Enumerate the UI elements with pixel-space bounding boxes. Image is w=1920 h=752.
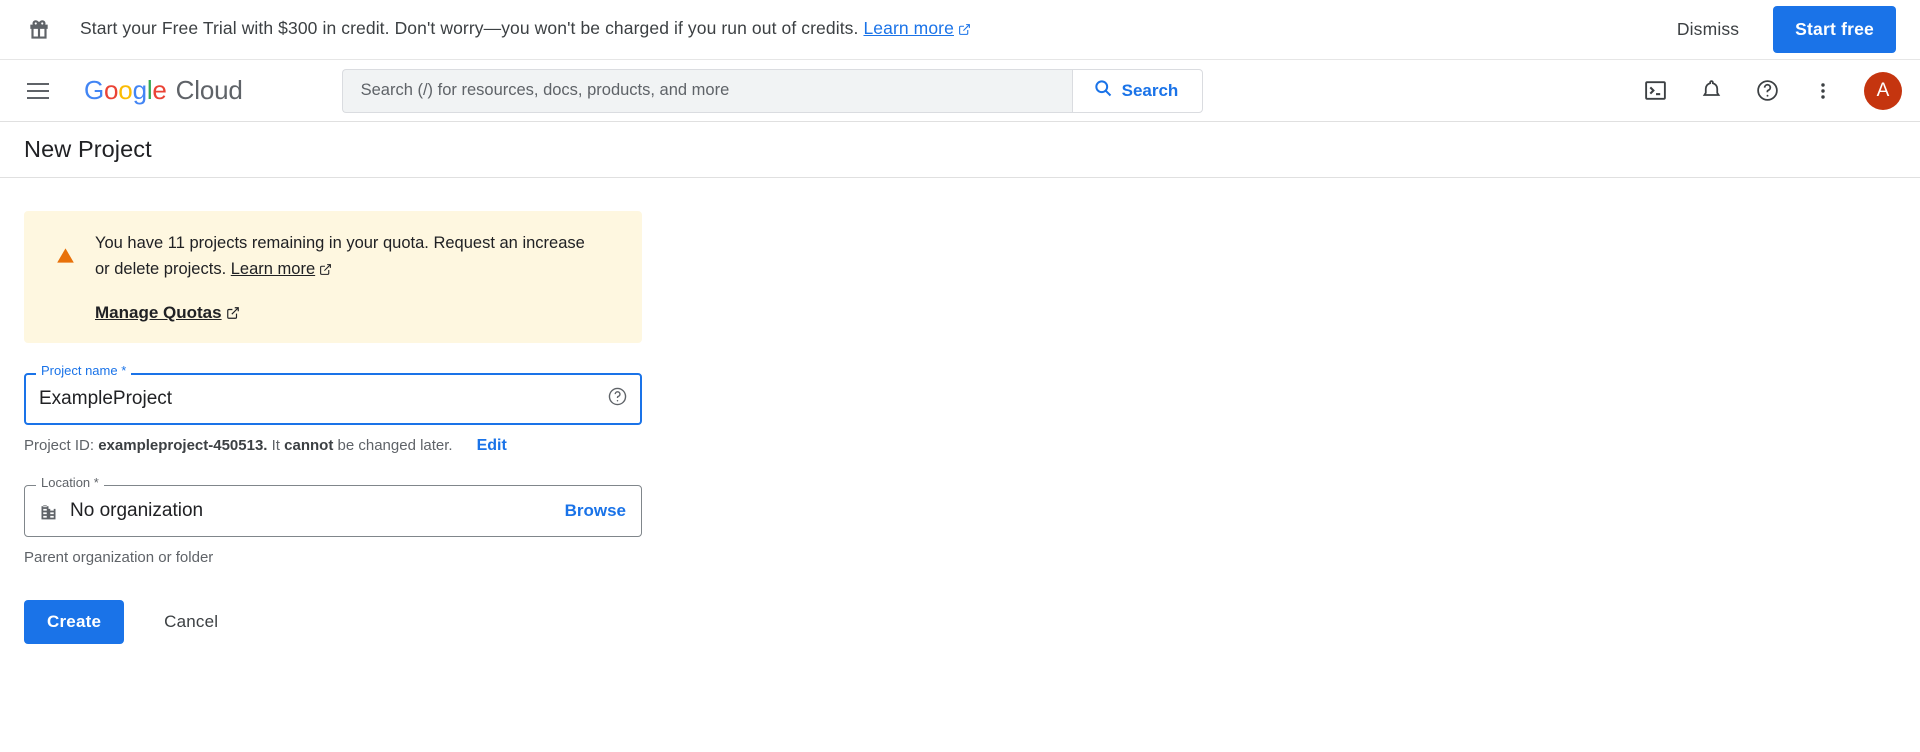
project-id-helper: Project ID: exampleproject-450513. It ca…: [24, 437, 1896, 455]
quota-learn-more-link[interactable]: Learn more: [231, 260, 315, 278]
external-link-icon: [319, 259, 332, 285]
manage-quotas-link[interactable]: Manage Quotas: [95, 303, 240, 325]
organization-building-icon: [38, 501, 59, 522]
browse-location-button[interactable]: Browse: [565, 501, 626, 521]
project-id-suffix: be changed later.: [337, 437, 453, 455]
help-icon[interactable]: [1746, 70, 1788, 112]
quota-message-line1: You have 11 projects remaining in your q…: [95, 234, 585, 252]
header-action-icons: A: [1634, 70, 1902, 112]
notifications-bell-icon[interactable]: [1690, 70, 1732, 112]
global-search: Search: [341, 68, 1204, 113]
quota-message-line2: or delete projects.: [95, 259, 227, 278]
create-button[interactable]: Create: [24, 600, 125, 645]
search-input[interactable]: [358, 80, 1056, 101]
hamburger-icon[interactable]: [14, 67, 62, 115]
location-helper-text: Parent organization or folder: [24, 549, 214, 567]
page-title-bar: New Project: [0, 122, 1920, 178]
more-options-icon[interactable]: [1802, 70, 1844, 112]
cloud-shell-icon[interactable]: [1634, 70, 1676, 112]
logo-letter-e: e: [152, 75, 167, 105]
project-id-emphasis: cannot: [284, 437, 334, 455]
quota-message: You have 11 projects remaining in your q…: [95, 231, 585, 284]
project-id-value: exampleproject-450513.: [98, 437, 268, 455]
project-id-prefix: Project ID:: [24, 437, 95, 455]
logo-letter-g2: g: [132, 75, 147, 105]
search-input-container[interactable]: [341, 68, 1072, 113]
location-value: No organization: [70, 500, 204, 522]
promo-learn-more-link[interactable]: Learn more: [863, 18, 971, 38]
start-free-button[interactable]: Start free: [1773, 6, 1896, 53]
logo-letter-o2: o: [118, 75, 133, 105]
search-button-label: Search: [1121, 80, 1179, 100]
warning-triangle-icon: [56, 246, 75, 270]
form-actions: Create Cancel: [24, 600, 1896, 645]
project-id-middle: It: [271, 437, 280, 455]
project-name-input[interactable]: [24, 373, 642, 426]
free-trial-promo-banner: Start your Free Trial with $300 in credi…: [0, 0, 1920, 60]
help-circle-icon[interactable]: [607, 386, 628, 412]
external-link-icon: [226, 305, 240, 325]
search-submit-button[interactable]: Search: [1071, 68, 1204, 113]
logo-product-name: Cloud: [175, 75, 243, 105]
quota-warning-banner: You have 11 projects remaining in your q…: [24, 211, 642, 344]
page-title: New Project: [24, 136, 152, 162]
location-field[interactable]: Location * No organization Browse: [24, 476, 642, 538]
search-icon: [1093, 78, 1113, 103]
page-content: You have 11 projects remaining in your q…: [0, 178, 1920, 645]
cancel-button[interactable]: Cancel: [146, 600, 236, 644]
promo-message: Start your Free Trial with $300 in credi…: [80, 18, 971, 41]
avatar[interactable]: A: [1864, 71, 1902, 110]
quota-banner-body: You have 11 projects remaining in your q…: [95, 231, 585, 325]
logo-letter-g1: G: [84, 75, 105, 105]
edit-project-id-link[interactable]: Edit: [477, 437, 507, 455]
google-cloud-logo[interactable]: Google Cloud: [84, 75, 243, 106]
external-link-icon: [958, 20, 971, 41]
location-row: No organization Browse: [24, 485, 642, 537]
logo-letter-o1: o: [104, 75, 119, 105]
cloud-console-header: Google Cloud Search (/) for resources, d…: [0, 60, 1920, 122]
dismiss-promo-button[interactable]: Dismiss: [1661, 9, 1755, 50]
promo-message-text: Start your Free Trial with $300 in credi…: [80, 18, 859, 38]
project-name-field[interactable]: Project name *: [24, 364, 642, 426]
gift-icon: [22, 17, 56, 43]
